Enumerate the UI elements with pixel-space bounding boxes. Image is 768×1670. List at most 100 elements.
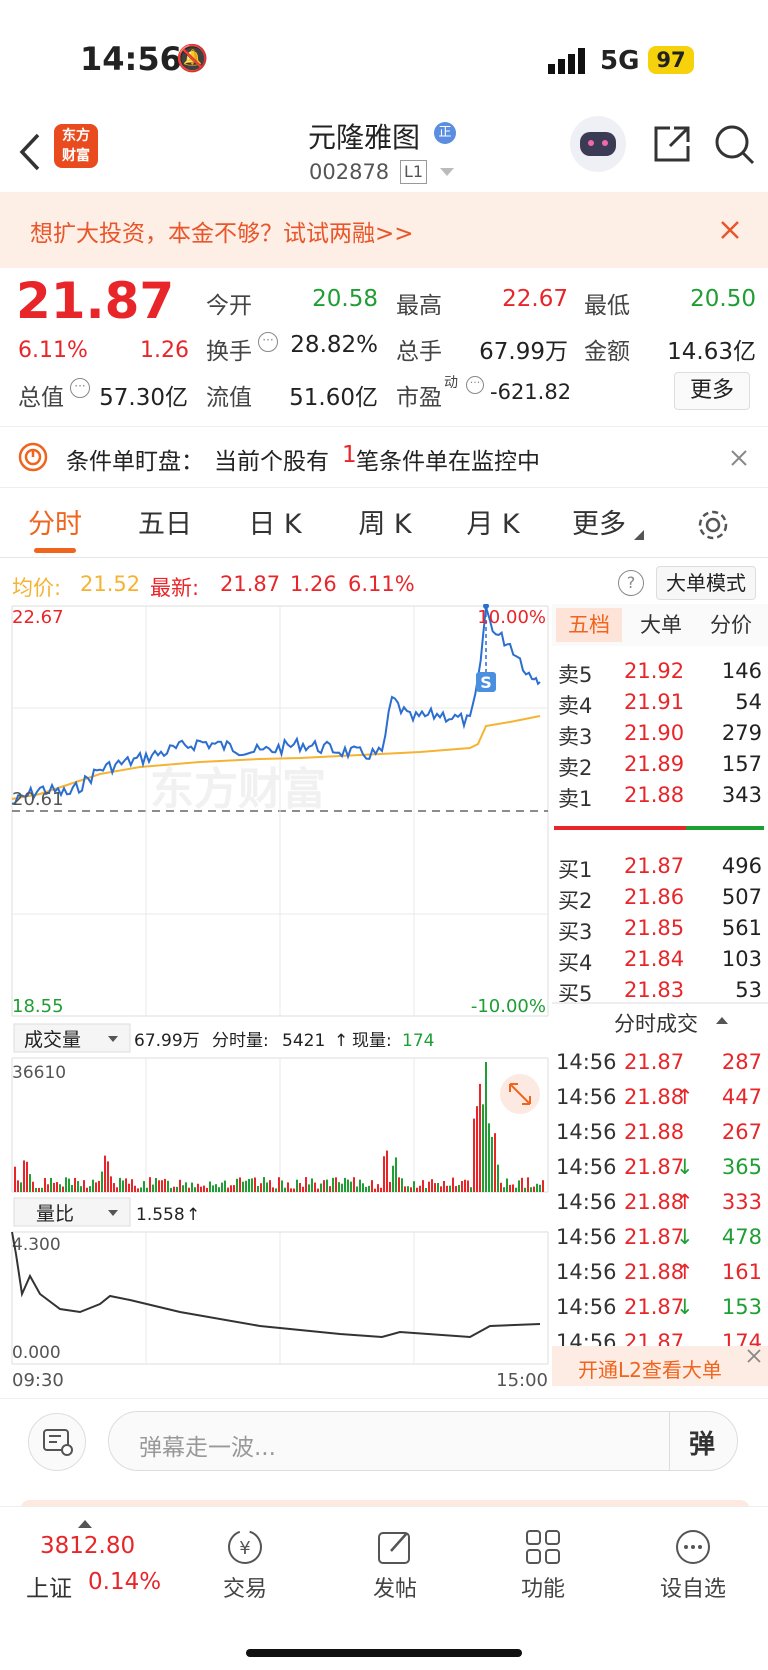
- status-time: 14:56: [80, 40, 182, 78]
- bid-level-2[interactable]: 买2 21.86 507: [552, 885, 768, 918]
- tab-big-order[interactable]: 大单: [628, 608, 694, 642]
- book-label: 买4: [558, 951, 593, 975]
- nav-watchlist[interactable]: 设自选: [638, 1527, 748, 1603]
- tab-day-k[interactable]: 日 K: [230, 492, 320, 558]
- ask-level-4[interactable]: 卖2 21.89 157: [552, 752, 768, 785]
- volume-bar: [470, 1187, 472, 1192]
- trade-time: 14:56: [556, 1120, 617, 1144]
- nav-functions[interactable]: 功能: [488, 1527, 598, 1603]
- trade-price: 21.88: [624, 1120, 685, 1144]
- bid-level-1[interactable]: 买1 21.87 496: [552, 854, 768, 887]
- volume-bar: [170, 1187, 172, 1192]
- volume-bar: [122, 1180, 124, 1192]
- back-arrow-icon[interactable]: [18, 132, 42, 172]
- book-vol: 103: [721, 947, 762, 971]
- condition-order-bar[interactable]: 条件单盯盘： 当前个股有 1 笔条件单在监控中: [0, 426, 768, 488]
- index-name[interactable]: 上证: [26, 1569, 72, 1603]
- volume-bar: [230, 1185, 232, 1192]
- index-value[interactable]: 3812.80: [40, 1533, 135, 1559]
- trade-row: 14:56 21.88 ↑ 447: [552, 1085, 768, 1120]
- volume-bar: [428, 1181, 430, 1192]
- volume-bar: [413, 1181, 415, 1192]
- close-icon[interactable]: [746, 1348, 762, 1364]
- monitor-icon: [18, 442, 48, 472]
- volume-bar: [446, 1185, 448, 1192]
- ask-level-3[interactable]: 卖3 21.90 279: [552, 721, 768, 754]
- volume-bar: [125, 1178, 127, 1192]
- danmu-send-button[interactable]: 弹: [689, 1424, 715, 1461]
- volume-bar: [179, 1179, 181, 1192]
- trade-row: 14:56 21.87 287: [552, 1050, 768, 1085]
- volume-bar: [143, 1181, 145, 1192]
- help-icon[interactable]: ?: [618, 570, 644, 596]
- volume-bar: [44, 1178, 46, 1192]
- ratio-min-label: 0.000: [12, 1343, 61, 1363]
- tab-price-dist[interactable]: 分价: [698, 608, 764, 642]
- book-price: 21.83: [624, 978, 685, 1002]
- tab-more[interactable]: 更多: [554, 492, 644, 558]
- index-percent[interactable]: 0.14%: [88, 1569, 161, 1595]
- ratio-line: [11, 1231, 541, 1339]
- tab-month-k[interactable]: 月 K: [448, 492, 538, 558]
- info-icon[interactable]: ···: [258, 332, 278, 352]
- volume-bar: [107, 1161, 109, 1192]
- volume-bar: [518, 1180, 520, 1192]
- bid-level-3[interactable]: 买3 21.85 561: [552, 916, 768, 949]
- book-label: 卖3: [558, 725, 593, 749]
- volume-bar: [332, 1177, 334, 1192]
- tab-week-k[interactable]: 周 K: [340, 492, 430, 558]
- banner-text[interactable]: 想扩大投资，本金不够？试试两融>>: [30, 214, 414, 248]
- volume-bar: [422, 1180, 424, 1192]
- up-arrow-icon: ↑: [334, 1031, 348, 1051]
- last-price: 21.87: [16, 272, 175, 330]
- ask-level-5[interactable]: 卖1 21.88 343: [552, 783, 768, 816]
- volume-bar: [284, 1187, 286, 1192]
- app-logo[interactable]: 东方 财富: [54, 124, 98, 168]
- l2-upsell-text[interactable]: 开通L2查看大单: [578, 1354, 722, 1383]
- volume-bar: [293, 1188, 295, 1192]
- volume-bar: [350, 1181, 352, 1192]
- nav-trade[interactable]: ¥ 交易: [190, 1527, 300, 1603]
- info-icon[interactable]: ···: [70, 378, 90, 398]
- level-badge[interactable]: L1: [400, 160, 428, 184]
- volume-bar: [233, 1185, 235, 1192]
- trades-title[interactable]: 分时成交: [614, 1008, 698, 1038]
- info-icon[interactable]: ···: [466, 376, 484, 394]
- l2-upsell[interactable]: 开通L2查看大单: [552, 1346, 768, 1386]
- danmu-input[interactable]: 弹幕走一波... 弹: [108, 1411, 738, 1471]
- latest-change: 1.26: [290, 572, 337, 596]
- bid-level-4[interactable]: 买4 21.84 103: [552, 947, 768, 980]
- tab-indicator: [34, 548, 76, 553]
- volume-bar: [83, 1180, 85, 1192]
- bid-level-5[interactable]: 买5 21.83 53: [552, 978, 768, 1011]
- danmu-settings-button[interactable]: [28, 1413, 86, 1471]
- share-icon[interactable]: [652, 124, 692, 164]
- robot-avatar[interactable]: [570, 116, 626, 172]
- time-start-label: 09:30: [12, 1370, 64, 1391]
- search-icon[interactable]: [714, 124, 756, 166]
- more-button[interactable]: 更多: [674, 372, 750, 410]
- tab-five-level[interactable]: 五档: [556, 608, 622, 642]
- tab-five-day[interactable]: 五日: [120, 492, 210, 558]
- book-price: 21.92: [624, 659, 685, 683]
- volume-bar: [302, 1186, 304, 1192]
- volume-bar: [371, 1180, 373, 1192]
- close-icon[interactable]: [720, 220, 740, 240]
- ask-level-2[interactable]: 卖4 21.91 54: [552, 690, 768, 723]
- volume-bar: [347, 1179, 349, 1192]
- volume-bar: [296, 1179, 298, 1192]
- nav-post[interactable]: 发帖: [340, 1527, 450, 1603]
- close-icon[interactable]: [730, 449, 748, 467]
- volume-bar: [368, 1185, 370, 1192]
- settings-gear-icon[interactable]: [696, 508, 730, 542]
- big-order-mode-button[interactable]: 大单模式: [656, 566, 756, 600]
- ask-level-1[interactable]: 卖5 21.92 146: [552, 659, 768, 692]
- badge-icon: 正: [434, 122, 456, 144]
- chevron-down-icon[interactable]: [440, 168, 454, 178]
- volume-bar: [224, 1180, 226, 1192]
- margin-promo-banner[interactable]: 想扩大投资，本金不够？试试两融>>: [0, 192, 768, 268]
- volume-bar: [461, 1181, 463, 1192]
- intraday-chart[interactable]: 东方财富 S 22.67 20.61 18.55 10.00% -10.00% …: [0, 604, 552, 1392]
- trade-arrow: ↑: [676, 1190, 694, 1214]
- volume-bar: [92, 1179, 94, 1192]
